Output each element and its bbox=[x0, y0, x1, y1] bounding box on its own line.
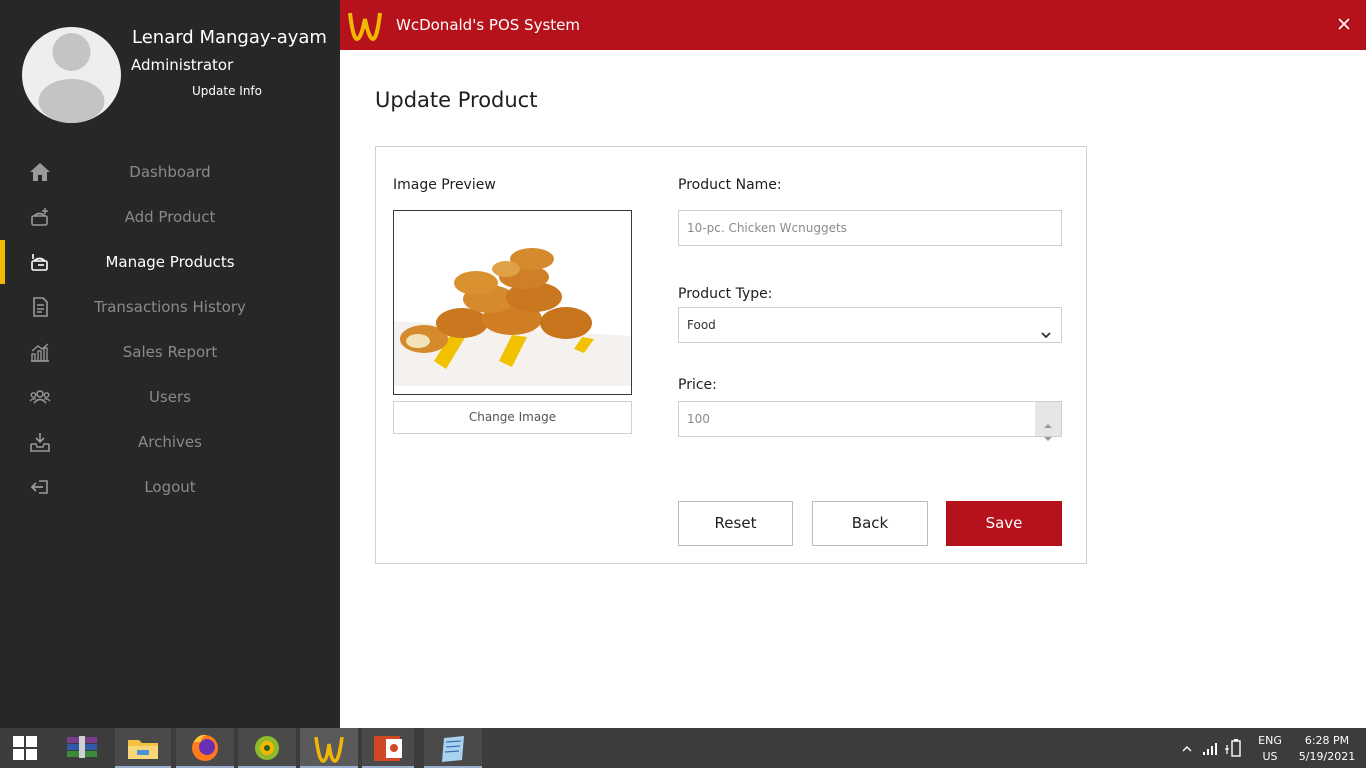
nav-item-logout[interactable]: Logout bbox=[0, 465, 340, 509]
clock-time[interactable]: 6:28 PM bbox=[1292, 734, 1362, 747]
nav-item-add-product[interactable]: Add Product bbox=[0, 195, 340, 239]
nav-label-logout: Logout bbox=[144, 478, 196, 496]
taskbar-notepad[interactable] bbox=[424, 728, 482, 768]
page-title: Update Product bbox=[375, 88, 538, 112]
taskbar-powerpoint[interactable] bbox=[362, 728, 414, 768]
language-indicator-line1[interactable]: ENG bbox=[1252, 734, 1288, 747]
taskbar-winrar[interactable] bbox=[54, 728, 110, 768]
image-preview-label: Image Preview bbox=[393, 177, 496, 193]
nav-label-transactions-history: Transactions History bbox=[94, 298, 246, 316]
spin-up-icon[interactable] bbox=[1043, 409, 1053, 428]
taskbar-wcdonalds-pos[interactable] bbox=[300, 728, 358, 768]
nav-label-sales-report: Sales Report bbox=[122, 343, 218, 361]
change-image-button[interactable]: Change Image bbox=[393, 401, 632, 434]
save-button[interactable]: Save bbox=[946, 501, 1062, 546]
title-bar: WcDonald's POS System bbox=[340, 0, 1366, 50]
product-type-select[interactable]: Food bbox=[678, 307, 1062, 343]
wcdonalds-pos-icon bbox=[314, 736, 344, 763]
back-button[interactable]: Back bbox=[812, 501, 928, 546]
firefox-icon bbox=[192, 734, 218, 761]
nav-label-archives: Archives bbox=[138, 433, 202, 451]
product-type-label: Product Type: bbox=[678, 286, 773, 302]
user-avatar bbox=[22, 27, 121, 123]
notepad-icon bbox=[442, 736, 464, 762]
spin-down-icon[interactable] bbox=[1043, 422, 1053, 441]
price-label: Price: bbox=[678, 377, 717, 393]
golden-arches-w-logo bbox=[348, 9, 382, 41]
taskbar-chameleon-app[interactable] bbox=[238, 728, 296, 768]
user-name: Lenard Mangay-ayam bbox=[132, 27, 327, 48]
clock-date[interactable]: 5/19/2021 bbox=[1292, 750, 1362, 763]
taskbar-file-explorer[interactable] bbox=[115, 728, 171, 768]
taskbar-firefox[interactable] bbox=[176, 728, 234, 768]
nav-item-dashboard[interactable]: Dashboard bbox=[0, 150, 340, 194]
powerpoint-icon bbox=[374, 736, 402, 761]
start-button[interactable] bbox=[0, 728, 50, 768]
network-signal-icon[interactable] bbox=[1200, 728, 1220, 768]
language-indicator-line2[interactable]: US bbox=[1252, 750, 1288, 763]
nav-item-archives[interactable]: Archives bbox=[0, 420, 340, 464]
sidebar: Lenard Mangay-ayam Administrator Update … bbox=[0, 0, 340, 728]
battery-icon[interactable] bbox=[1224, 728, 1246, 768]
nav-label-manage-products: Manage Products bbox=[105, 253, 235, 271]
windows-logo-icon bbox=[13, 736, 37, 760]
product-type-value: Food bbox=[687, 318, 716, 332]
nav-item-manage-products[interactable]: Manage Products bbox=[0, 240, 340, 284]
close-icon[interactable] bbox=[1334, 14, 1354, 34]
winrar-icon bbox=[67, 736, 97, 758]
chevron-down-icon bbox=[1040, 320, 1052, 339]
windows-taskbar: ENG US 6:28 PM 5/19/2021 bbox=[0, 728, 1366, 768]
product-name-input[interactable]: 10-pc. Chicken Wcnuggets bbox=[678, 210, 1062, 246]
price-stepper[interactable]: 100 bbox=[678, 401, 1062, 441]
nav-label-users: Users bbox=[148, 388, 191, 406]
reset-button[interactable]: Reset bbox=[678, 501, 793, 546]
app-title: WcDonald's POS System bbox=[396, 16, 580, 34]
nav-label-dashboard: Dashboard bbox=[129, 163, 211, 181]
nav-item-transactions-history[interactable]: Transactions History bbox=[0, 285, 340, 329]
price-spin-buttons[interactable] bbox=[1035, 402, 1061, 441]
update-info-link[interactable]: Update Info bbox=[192, 84, 262, 98]
product-image-preview bbox=[393, 210, 632, 395]
nav-item-sales-report[interactable]: Sales Report bbox=[0, 330, 340, 374]
product-name-label: Product Name: bbox=[678, 177, 782, 193]
chameleon-app-icon bbox=[255, 736, 279, 760]
tray-overflow-chevron-icon[interactable] bbox=[1180, 728, 1194, 768]
nav-label-add-product: Add Product bbox=[124, 208, 216, 226]
price-value: 100 bbox=[687, 412, 710, 426]
user-role: Administrator bbox=[131, 56, 234, 74]
nav-item-users[interactable]: Users bbox=[0, 375, 340, 419]
file-explorer-icon bbox=[128, 740, 158, 759]
